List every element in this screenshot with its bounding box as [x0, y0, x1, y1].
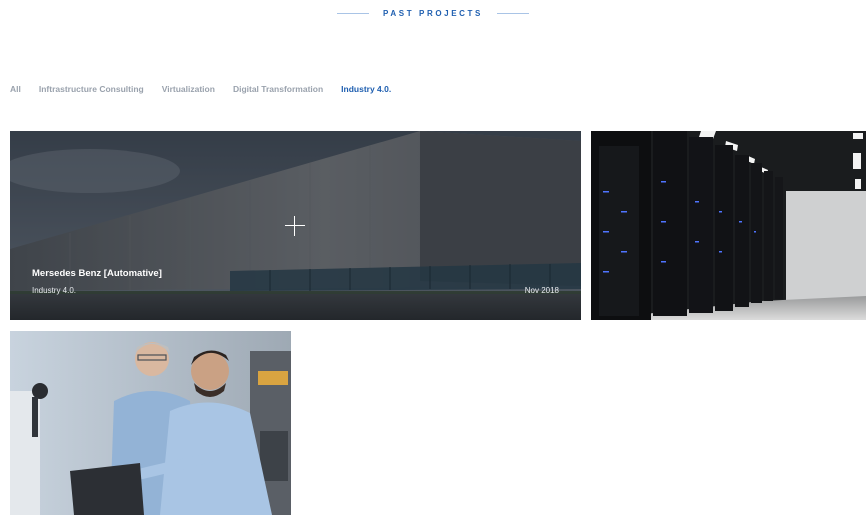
heading-line-left: [337, 12, 370, 14]
project-image-engineers: [10, 331, 291, 515]
project-category: Industry 4.0.: [32, 286, 77, 295]
filter-digital-transformation[interactable]: Digital Transformation: [233, 84, 323, 94]
project-image-server-room: [591, 131, 866, 320]
section-title: PAST PROJECTS: [383, 8, 483, 18]
plus-icon[interactable]: [285, 216, 305, 236]
project-filter-bar: All Inftrastructure Consulting Virtualiz…: [10, 82, 391, 96]
project-date: Nov 2018: [524, 286, 559, 295]
project-card-engineers[interactable]: [10, 331, 291, 515]
project-title: Mersedes Benz [Automative]: [32, 268, 162, 279]
section-heading: PAST PROJECTS: [0, 6, 866, 20]
filter-virtualization[interactable]: Virtualization: [162, 84, 215, 94]
filter-all[interactable]: All: [10, 84, 21, 94]
project-card-mercedes[interactable]: Mersedes Benz [Automative] Industry 4.0.…: [10, 131, 581, 320]
filter-industry-4[interactable]: Industry 4.0.: [341, 84, 391, 94]
heading-line-right: [496, 12, 529, 14]
project-card-server-room[interactable]: [591, 131, 866, 320]
filter-infrastructure-consulting[interactable]: Inftrastructure Consulting: [39, 84, 144, 94]
